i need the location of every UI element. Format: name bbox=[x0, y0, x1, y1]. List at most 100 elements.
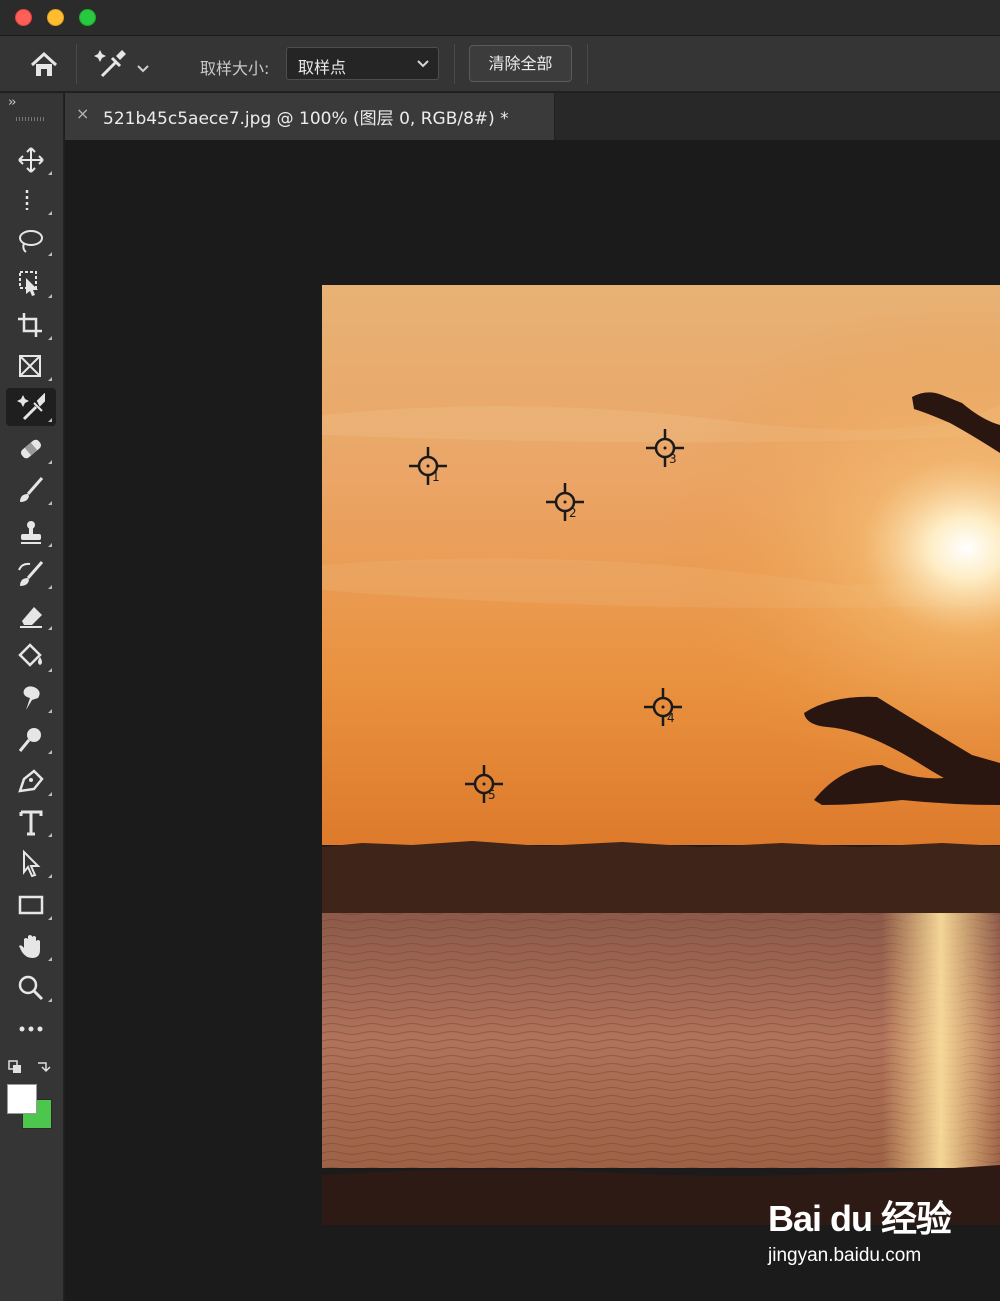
zoom-tool[interactable] bbox=[6, 968, 56, 1006]
color-sampler-marker[interactable]: 2 bbox=[543, 480, 587, 524]
dodge-tool[interactable] bbox=[6, 720, 56, 758]
paint-bucket-tool[interactable] bbox=[6, 638, 56, 676]
type-icon bbox=[19, 810, 43, 836]
color-sampler-icon bbox=[17, 393, 45, 421]
crop-tool[interactable] bbox=[6, 306, 56, 344]
color-sampler-tool[interactable] bbox=[6, 388, 56, 426]
color-sampler-marker[interactable]: 5 bbox=[462, 762, 506, 806]
move-icon bbox=[18, 147, 44, 173]
rectangle-tool[interactable] bbox=[6, 886, 56, 924]
tool-group-indicator bbox=[48, 252, 52, 256]
tool-group-indicator bbox=[48, 377, 52, 381]
tool-group-indicator bbox=[48, 501, 52, 505]
close-window-button[interactable] bbox=[15, 9, 32, 26]
sampler-number: 3 bbox=[669, 452, 677, 466]
options-bar: 取样大小: 取样点 清除全部 bbox=[0, 36, 1000, 92]
sample-size-value: 取样点 bbox=[298, 58, 347, 77]
pen-tool[interactable] bbox=[6, 762, 56, 800]
color-swap-row bbox=[6, 1057, 56, 1077]
color-sampler-marker[interactable]: 1 bbox=[406, 444, 450, 488]
tool-group-indicator bbox=[48, 998, 52, 1002]
tool-group-indicator bbox=[48, 418, 52, 422]
sample-size-label: 取样大小: bbox=[200, 59, 270, 78]
rectangle-icon bbox=[18, 895, 44, 915]
watermark-url: jingyan.baidu.com bbox=[768, 1245, 922, 1266]
healing-brush-tool[interactable] bbox=[6, 430, 56, 468]
close-tab-icon[interactable]: × bbox=[76, 104, 89, 123]
color-sampler-marker[interactable]: 4 bbox=[641, 685, 685, 729]
minimize-window-button[interactable] bbox=[47, 9, 64, 26]
title-bar bbox=[0, 0, 1000, 36]
color-sampler-icon bbox=[94, 50, 149, 78]
color-sampler-marker[interactable]: 3 bbox=[643, 426, 687, 470]
sampler-number: 2 bbox=[569, 506, 577, 520]
zoom-window-button[interactable] bbox=[79, 9, 96, 26]
marquee-icon bbox=[25, 190, 29, 210]
separator bbox=[587, 44, 588, 84]
tool-group-indicator bbox=[48, 171, 52, 175]
type-tool[interactable] bbox=[6, 803, 56, 841]
history-brush-tool[interactable] bbox=[6, 555, 56, 593]
chevron-down-icon bbox=[417, 60, 429, 68]
crosshair-icon bbox=[409, 447, 447, 485]
smudge-icon bbox=[23, 686, 40, 710]
document-tab-title: 521b45c5aece7.jpg @ 100% (图层 0, RGB/8#) … bbox=[103, 109, 509, 129]
tool-group-indicator bbox=[48, 336, 52, 340]
sampler-number: 1 bbox=[432, 470, 440, 484]
tool-group-indicator bbox=[48, 833, 52, 837]
zoom-icon bbox=[18, 975, 44, 1001]
crosshair-icon bbox=[646, 429, 684, 467]
frame-icon bbox=[19, 355, 41, 377]
brush-tool[interactable] bbox=[6, 471, 56, 509]
tool-group-indicator bbox=[48, 668, 52, 672]
baidu-jingyan-watermark: Bai du 经验 jingyan.baidu.com bbox=[766, 1190, 966, 1280]
lasso-tool[interactable] bbox=[6, 222, 56, 260]
tool-group-indicator bbox=[48, 543, 52, 547]
tool-group-indicator bbox=[48, 916, 52, 920]
tool-group-indicator bbox=[48, 792, 52, 796]
collapse-panel-button[interactable]: ›› bbox=[8, 95, 17, 110]
separator bbox=[454, 44, 455, 84]
crosshair-icon bbox=[546, 483, 584, 521]
document-tab[interactable]: × 521b45c5aece7.jpg @ 100% (图层 0, RGB/8#… bbox=[65, 93, 555, 140]
sample-size-select[interactable]: 取样点 bbox=[286, 47, 439, 80]
tool-group-indicator bbox=[48, 585, 52, 589]
tool-group-indicator bbox=[48, 750, 52, 754]
object-selection-tool[interactable] bbox=[6, 264, 56, 302]
clone-stamp-tool[interactable] bbox=[6, 513, 56, 551]
crop-icon bbox=[18, 313, 42, 337]
move-tool[interactable] bbox=[6, 141, 56, 179]
eraser-icon bbox=[20, 607, 42, 628]
crosshair-icon bbox=[644, 688, 682, 726]
document-tab-bar: × 521b45c5aece7.jpg @ 100% (图层 0, RGB/8#… bbox=[65, 93, 1000, 140]
tool-group-indicator bbox=[48, 957, 52, 961]
paint-bucket-icon bbox=[18, 643, 42, 667]
more-tools[interactable] bbox=[6, 1010, 56, 1048]
healing-brush-icon bbox=[20, 439, 42, 459]
tool-group-indicator bbox=[48, 874, 52, 878]
history-brush-icon bbox=[18, 561, 44, 586]
pen-icon bbox=[18, 769, 44, 793]
home-icon[interactable] bbox=[28, 50, 60, 80]
swap-colors-icon bbox=[38, 1062, 51, 1073]
tool-preset-picker[interactable] bbox=[90, 46, 156, 82]
hand-icon bbox=[19, 935, 40, 958]
path-selection-tool[interactable] bbox=[6, 844, 56, 882]
eraser-tool[interactable] bbox=[6, 596, 56, 634]
hand-tool[interactable] bbox=[6, 927, 56, 965]
tool-group-indicator bbox=[48, 626, 52, 630]
brush-icon bbox=[20, 477, 44, 502]
path-selection-icon bbox=[23, 849, 41, 877]
panel-grip[interactable] bbox=[16, 117, 46, 121]
frame-tool[interactable] bbox=[6, 347, 56, 385]
tool-group-indicator bbox=[48, 460, 52, 464]
tool-group-indicator bbox=[48, 294, 52, 298]
clear-all-button[interactable]: 清除全部 bbox=[469, 45, 572, 82]
smudge-tool[interactable] bbox=[6, 679, 56, 717]
sampler-number: 5 bbox=[488, 788, 496, 802]
crosshair-icon bbox=[465, 765, 503, 803]
marquee-tool[interactable] bbox=[6, 181, 56, 219]
tool-group-indicator bbox=[48, 211, 52, 215]
foreground-color-swatch[interactable] bbox=[7, 1084, 37, 1114]
clone-stamp-icon bbox=[21, 521, 41, 544]
